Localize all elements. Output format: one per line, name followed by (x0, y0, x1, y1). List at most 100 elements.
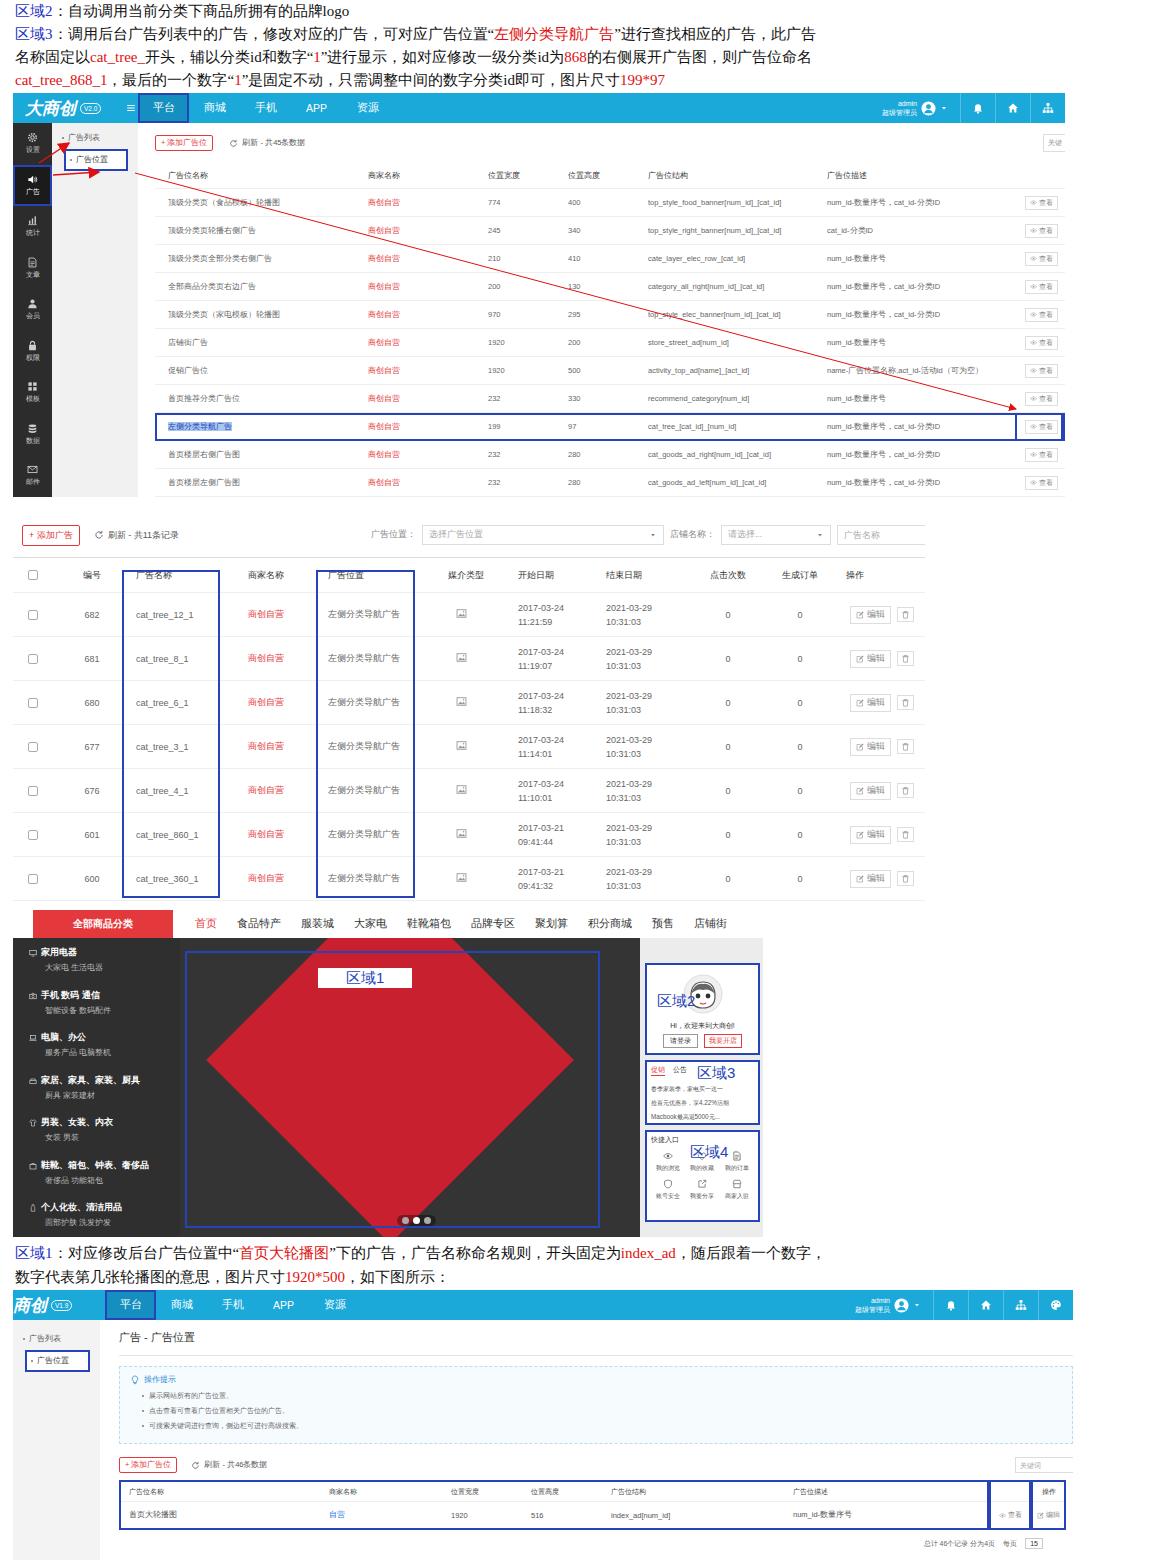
table-row[interactable]: 首页楼层左侧广告图商创自营232280cat_goods_ad_left[num… (155, 469, 1065, 497)
table-row[interactable]: 顶级分类页轮播右侧广告商创自营245340top_style_right_ban… (155, 217, 1065, 245)
sidebar-item[interactable]: 文章 (13, 248, 52, 290)
add-ad-button[interactable]: + 添加广告 (22, 525, 80, 546)
nav-item[interactable]: 商城 (156, 1290, 207, 1320)
sitemap-button[interactable] (1030, 93, 1065, 123)
sidebar-item[interactable]: 邮件 (13, 455, 52, 497)
store-nav-item[interactable]: 聚划算 (535, 917, 568, 931)
news-item[interactable]: Macbook最高返5000元... (651, 1110, 754, 1124)
store-nav-item[interactable]: 积分商城 (588, 917, 632, 931)
delete-button[interactable] (897, 695, 914, 710)
refresh-button[interactable]: 刷新 - 共46条数据 (191, 1460, 267, 1470)
sitemap-button[interactable] (1003, 1290, 1038, 1320)
bell-button[interactable] (960, 93, 995, 123)
category-item[interactable]: 家居、家具、家装、厨具厨具 家装建材 (13, 1072, 180, 1115)
table-row[interactable]: 676cat_tree_4_1商创自营左侧分类导航广告2017-03-2411:… (13, 769, 925, 813)
delete-button[interactable] (897, 783, 914, 798)
nav-item[interactable]: 商城 (189, 93, 240, 123)
select-all-checkbox[interactable] (28, 570, 38, 580)
table-row[interactable]: 顶级分类页（家电模板）轮播图商创自营970295top_style_elec_b… (155, 301, 1065, 329)
row-checkbox[interactable] (28, 830, 38, 840)
sidebar-item[interactable]: 数据 (13, 414, 52, 456)
home-button[interactable] (968, 1290, 1003, 1320)
table-row[interactable]: 促销广告位商创自营1920500activity_top_ad[name]_[a… (155, 357, 1065, 385)
view-button[interactable]: 查看 (1025, 336, 1058, 350)
store-nav-item[interactable]: 食品特产 (237, 917, 281, 931)
nav-item[interactable]: 资源 (342, 93, 393, 123)
quick-link[interactable]: 商家入驻 (720, 1179, 754, 1201)
delete-button[interactable] (897, 651, 914, 666)
nav-item[interactable]: APP (291, 93, 342, 123)
logo[interactable]: 大商创V2.0 (13, 93, 124, 123)
sub-nav-item[interactable]: 广告列表 (13, 1328, 100, 1350)
user-menu[interactable]: admin超级管理员 (845, 1290, 933, 1320)
nav-item[interactable]: 手机 (240, 93, 291, 123)
table-row[interactable]: 顶级分类页全部分类右侧广告商创自营210410cate_layer_elec_r… (155, 245, 1065, 273)
home-button[interactable] (995, 93, 1030, 123)
category-item[interactable]: 手机 数码 通信智能设备 数码配件 (13, 987, 180, 1030)
table-row[interactable]: 首页推荐分类广告位商创自营232330recommend_category[nu… (155, 385, 1065, 413)
edit-button[interactable]: 编辑 (1037, 1511, 1060, 1520)
palette-button[interactable] (1038, 1290, 1073, 1320)
add-position-button[interactable]: + 添加广告位 (155, 135, 213, 151)
edit-button[interactable]: 编辑 (850, 826, 891, 844)
store-nav-item[interactable]: 预售 (652, 917, 674, 931)
table-row[interactable]: 680cat_tree_6_1商创自营左侧分类导航广告2017-03-2411:… (13, 681, 925, 725)
view-button[interactable]: 查看 (1025, 280, 1058, 294)
table-row[interactable]: 店铺街广告商创自营1920200store_street_ad[num_id]n… (155, 329, 1065, 357)
sidebar-item[interactable]: 权限 (13, 331, 52, 373)
all-categories-button[interactable]: 全部商品分类 (33, 910, 173, 938)
view-button[interactable]: 查看 (1025, 364, 1058, 378)
refresh-button[interactable]: 刷新 - 共45条数据 (229, 138, 305, 148)
sidebar-item[interactable]: 模板 (13, 372, 52, 414)
delete-button[interactable] (897, 871, 914, 886)
view-button[interactable]: 查看 (999, 1511, 1022, 1520)
news-tab[interactable]: 公告 (673, 1065, 687, 1076)
edit-button[interactable]: 编辑 (850, 650, 891, 668)
quick-link[interactable]: 我的浏览 (651, 1151, 685, 1173)
refresh-button[interactable]: 刷新 - 共11条记录 (94, 529, 179, 542)
bell-button[interactable] (933, 1290, 968, 1320)
table-row[interactable]: 左侧分类导航广告商创自营19997cat_tree_[cat_id]_[num_… (155, 413, 1065, 441)
view-button[interactable]: 查看 (1025, 420, 1058, 434)
nav-item[interactable]: 资源 (309, 1290, 360, 1320)
logo[interactable]: 商创V1.9 (13, 1290, 105, 1320)
filter-dropdown[interactable]: 选择广告位置 (422, 525, 664, 545)
news-tab[interactable]: 促销 (651, 1065, 665, 1076)
store-nav-item[interactable]: 首页 (195, 917, 217, 931)
store-nav-item[interactable]: 品牌专区 (471, 917, 515, 931)
nav-item[interactable]: APP (258, 1290, 309, 1320)
delete-button[interactable] (897, 827, 914, 842)
table-row[interactable]: 601cat_tree_860_1商创自营左侧分类导航广告2017-03-210… (13, 813, 925, 857)
view-button[interactable]: 查看 (1025, 448, 1058, 462)
category-item[interactable]: 个人化妆、清洁用品面部护肤 洗发护发 (13, 1199, 180, 1237)
table-row[interactable]: 677cat_tree_3_1商创自营左侧分类导航广告2017-03-2411:… (13, 725, 925, 769)
view-button[interactable]: 查看 (1025, 392, 1058, 406)
edit-button[interactable]: 编辑 (850, 738, 891, 756)
add-position-button[interactable]: + 添加广告位 (119, 1457, 177, 1473)
sidebar-item[interactable]: 会员 (13, 289, 52, 331)
store-nav-item[interactable]: 服装城 (301, 917, 334, 931)
ad-name-search[interactable] (837, 525, 925, 545)
quick-link[interactable]: 账号安全 (651, 1179, 685, 1201)
category-item[interactable]: 鞋靴、箱包、钟表、奢侈品奢侈品 功能箱包 (13, 1157, 180, 1200)
per-page-select[interactable]: 15 (1025, 1538, 1043, 1549)
menu-button[interactable] (124, 93, 138, 123)
sub-nav-item[interactable]: 广告位置 (64, 149, 128, 171)
sidebar-item[interactable]: 设置 (13, 123, 52, 165)
keyword-search[interactable] (1015, 1457, 1073, 1473)
sidebar-item[interactable]: 统计 (13, 206, 52, 248)
news-item[interactable]: 春季家装季，家电买一送一 (651, 1082, 754, 1096)
table-row[interactable]: 全部商品分类页右边广告商创自营200130category_all_right[… (155, 273, 1065, 301)
nav-item[interactable]: 平台 (105, 1290, 156, 1320)
view-button[interactable]: 查看 (1025, 308, 1058, 322)
view-button[interactable]: 查看 (1025, 252, 1058, 266)
sidebar-item[interactable]: 广告 (13, 165, 52, 207)
delete-button[interactable] (897, 739, 914, 754)
row-checkbox[interactable] (28, 874, 38, 884)
table-row[interactable]: 首页大轮播图自营1920516index_ad[num_id]num_id-数量… (121, 1502, 987, 1528)
row-checkbox[interactable] (28, 742, 38, 752)
row-checkbox[interactable] (28, 786, 38, 796)
table-row[interactable]: 682cat_tree_12_1商创自营左侧分类导航广告2017-03-2411… (13, 593, 925, 637)
edit-button[interactable]: 编辑 (850, 782, 891, 800)
filter-dropdown[interactable]: 请选择... (721, 525, 831, 545)
